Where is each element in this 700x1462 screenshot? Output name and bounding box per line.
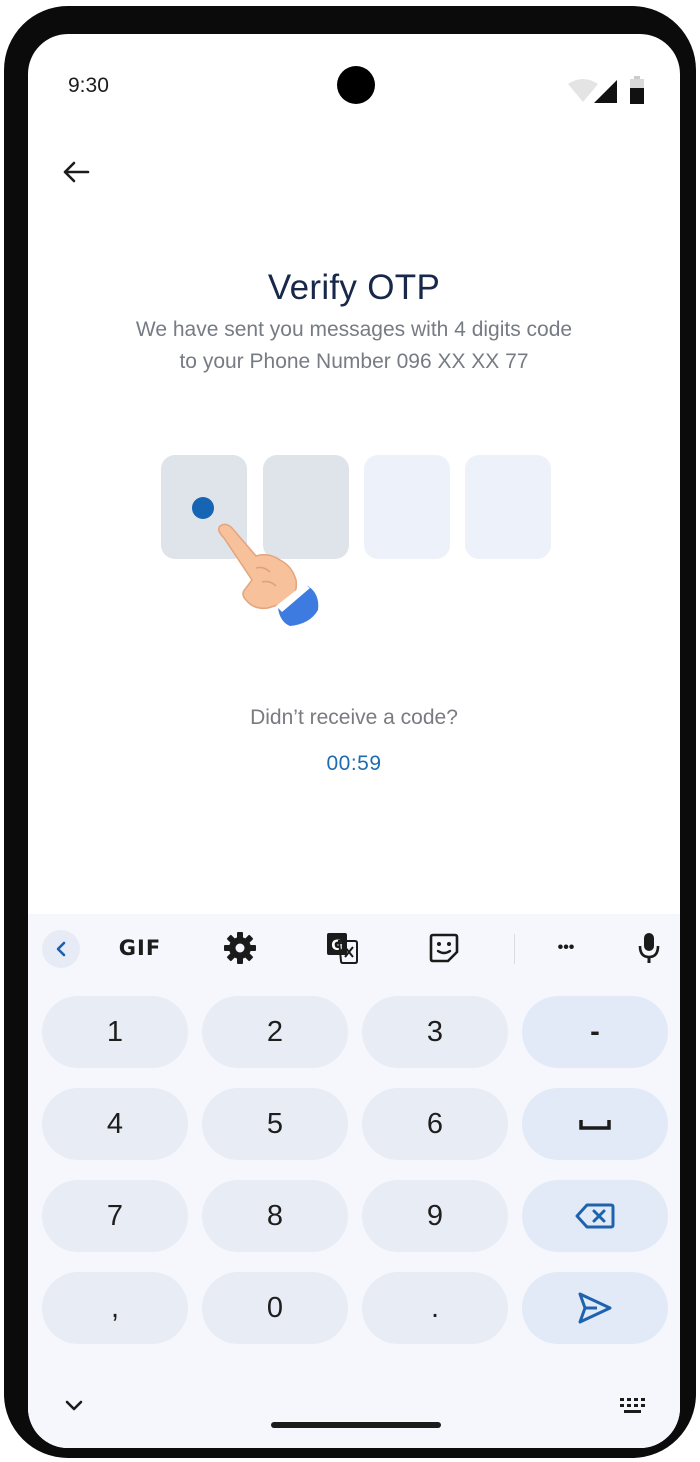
phone-frame: 9:30 Verify OTP We have sent you message… — [4, 6, 696, 1458]
backspace-icon — [575, 1203, 615, 1229]
space-icon — [579, 1120, 611, 1130]
microphone-icon — [638, 933, 660, 963]
key-period[interactable]: . — [362, 1272, 508, 1344]
key-5[interactable]: 5 — [202, 1088, 348, 1160]
toolbar-divider — [514, 934, 515, 964]
key-dash[interactable]: - — [522, 996, 668, 1068]
chevron-down-icon[interactable] — [62, 1394, 86, 1418]
settings-button[interactable] — [222, 930, 258, 966]
otp-filled-dot — [192, 497, 214, 519]
page-subtitle: We have sent you messages with 4 digits … — [68, 314, 640, 378]
key-4[interactable]: 4 — [42, 1088, 188, 1160]
toolbar-collapse-button[interactable] — [42, 930, 80, 968]
key-3[interactable]: 3 — [362, 996, 508, 1068]
gear-icon — [224, 932, 256, 964]
key-7[interactable]: 7 — [42, 1180, 188, 1252]
pointing-hand-icon — [217, 523, 319, 626]
key-1[interactable]: 1 — [42, 996, 188, 1068]
key-space[interactable] — [522, 1088, 668, 1160]
phone-screen: 9:30 Verify OTP We have sent you message… — [28, 34, 680, 1448]
sticker-icon — [429, 933, 459, 963]
front-camera — [337, 66, 375, 104]
key-send[interactable] — [522, 1272, 668, 1344]
resend-question: Didn’t receive a code? — [250, 706, 458, 729]
keyboard-icon[interactable] — [618, 1394, 648, 1418]
sticker-button[interactable] — [426, 930, 462, 966]
keyboard-toolbar: GIF G ••• — [28, 914, 680, 984]
status-time: 9:30 — [68, 74, 109, 97]
send-icon — [578, 1292, 612, 1324]
gif-button[interactable]: GIF — [116, 930, 164, 966]
otp-digit-4[interactable] — [465, 455, 551, 559]
cellular-signal-icon — [594, 80, 617, 103]
key-0[interactable]: 0 — [202, 1272, 348, 1344]
page-title: Verify OTP — [267, 268, 441, 307]
home-indicator[interactable] — [271, 1422, 441, 1428]
subtitle-line-1: We have sent you messages with 4 digits … — [135, 318, 573, 341]
key-9[interactable]: 9 — [362, 1180, 508, 1252]
otp-digit-3[interactable] — [364, 455, 450, 559]
key-6[interactable]: 6 — [362, 1088, 508, 1160]
key-comma[interactable]: , — [42, 1272, 188, 1344]
battery-icon — [630, 76, 644, 104]
voice-input-button[interactable] — [634, 930, 664, 966]
more-options-button[interactable]: ••• — [544, 930, 588, 966]
key-8[interactable]: 8 — [202, 1180, 348, 1252]
resend-timer[interactable]: 00:59 — [28, 752, 680, 776]
key-2[interactable]: 2 — [202, 996, 348, 1068]
subtitle-line-2: to your Phone Number 096 XX XX 77 — [179, 350, 529, 373]
translate-button[interactable]: G — [324, 930, 360, 966]
numeric-keyboard: GIF G ••• 1 2 3 - 4 5 6 7 8 9 , 0 . — [28, 914, 680, 1448]
key-backspace[interactable] — [522, 1180, 668, 1252]
translate-icon: G — [327, 933, 358, 964]
arrow-left-icon — [63, 161, 90, 183]
back-button[interactable] — [56, 152, 96, 192]
chevron-left-icon — [56, 941, 66, 957]
